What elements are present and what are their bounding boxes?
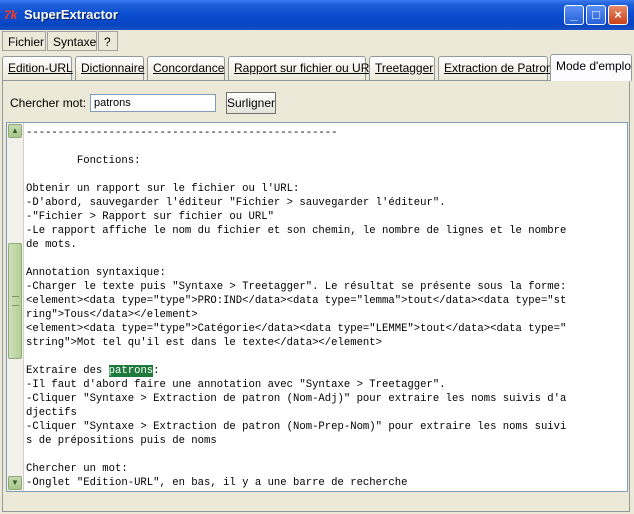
highlighted-match: patrons: [108, 365, 154, 377]
scroll-down-icon[interactable]: ▼: [8, 476, 22, 490]
maximize-icon: □: [592, 7, 600, 22]
text-line: [26, 140, 626, 154]
text-line: -Il faut d'abord faire une annotation av…: [26, 379, 446, 391]
text-line: [26, 168, 626, 182]
tab-bar: Edition-URL Dictionnaire Concordance Rap…: [0, 54, 634, 81]
text-line: string">Mot tel qu'il est dans le texte<…: [26, 337, 383, 349]
text-line: Fonctions:: [26, 155, 141, 167]
tab-concordance[interactable]: Concordance: [147, 56, 225, 80]
text-line: <element><data type="type">PRO:IND</data…: [26, 295, 567, 307]
tab-edition-url[interactable]: Edition-URL: [2, 56, 73, 80]
editor-text[interactable]: ----------------------------------------…: [26, 126, 626, 490]
tab-mode-emploi[interactable]: Mode d'emploi: [550, 54, 632, 81]
text-line: [26, 350, 626, 364]
text-line: de mots.: [26, 239, 77, 251]
text-line: ----------------------------------------…: [26, 127, 338, 139]
tab-rapport[interactable]: Rapport sur fichier ou URL: [228, 56, 376, 80]
text-line: -Charger le texte puis "Syntaxe > Treeta…: [26, 281, 567, 293]
search-label: Chercher mot:: [10, 96, 87, 110]
text-line: -Cliquer "Syntaxe > Extraction de patron…: [26, 393, 567, 405]
text-line: Annotation syntaxique:: [26, 267, 166, 279]
title-bar[interactable]: 7k SuperExtractor _ □ ×: [0, 0, 634, 30]
close-icon: ×: [614, 7, 622, 22]
minimize-button[interactable]: _: [564, 5, 584, 25]
menu-bar: Fichier Syntaxe ?: [0, 30, 634, 52]
text-line: -Le rapport affiche le nom du fichier et…: [26, 225, 567, 237]
text-line: -Cliquer "Syntaxe > Extraction de patron…: [26, 421, 567, 433]
highlight-button[interactable]: Surligner: [226, 92, 276, 114]
tab-extraction-patron[interactable]: Extraction de Patron: [438, 56, 553, 80]
window-title: SuperExtractor: [24, 7, 118, 22]
scroll-thumb[interactable]: [8, 243, 22, 359]
text-line: Extraire des patrons:: [26, 365, 160, 377]
text-line: -"Fichier > Rapport sur fichier ou URL": [26, 211, 274, 223]
tab-treetagger[interactable]: Treetagger: [369, 56, 435, 80]
text-line: <element><data type="type">Catégorie</da…: [26, 323, 567, 335]
menu-syntaxe[interactable]: Syntaxe: [47, 31, 97, 51]
text-line: Chercher un mot:: [26, 463, 128, 475]
close-button[interactable]: ×: [608, 5, 628, 25]
tk-feather-icon: 7k: [4, 8, 18, 22]
menu-help[interactable]: ?: [98, 31, 118, 51]
text-line: s de prépositions puis de noms: [26, 435, 217, 447]
search-input[interactable]: [90, 94, 216, 112]
maximize-button[interactable]: □: [586, 5, 606, 25]
scroll-up-icon[interactable]: ▲: [8, 124, 22, 138]
text-line: [26, 252, 626, 266]
text-line: -Onglet "Edition-URL", en bas, il y a un…: [26, 477, 408, 489]
minimize-icon: _: [570, 7, 578, 22]
text-line: Obtenir un rapport sur le fichier ou l'U…: [26, 183, 300, 195]
text-line: -D'abord, sauvegarder l'éditeur "Fichier…: [26, 197, 446, 209]
text-line: ring">Tous</data></element>: [26, 309, 198, 321]
menu-fichier[interactable]: Fichier: [2, 31, 46, 51]
text-line: djectifs: [26, 407, 77, 419]
vertical-scrollbar[interactable]: ▲ ▼: [7, 123, 24, 491]
text-editor[interactable]: ▲ ▼ ------------------------------------…: [6, 122, 628, 492]
grip-icon: [12, 296, 19, 306]
tab-dictionnaire[interactable]: Dictionnaire: [75, 56, 144, 80]
text-line: [26, 448, 626, 462]
